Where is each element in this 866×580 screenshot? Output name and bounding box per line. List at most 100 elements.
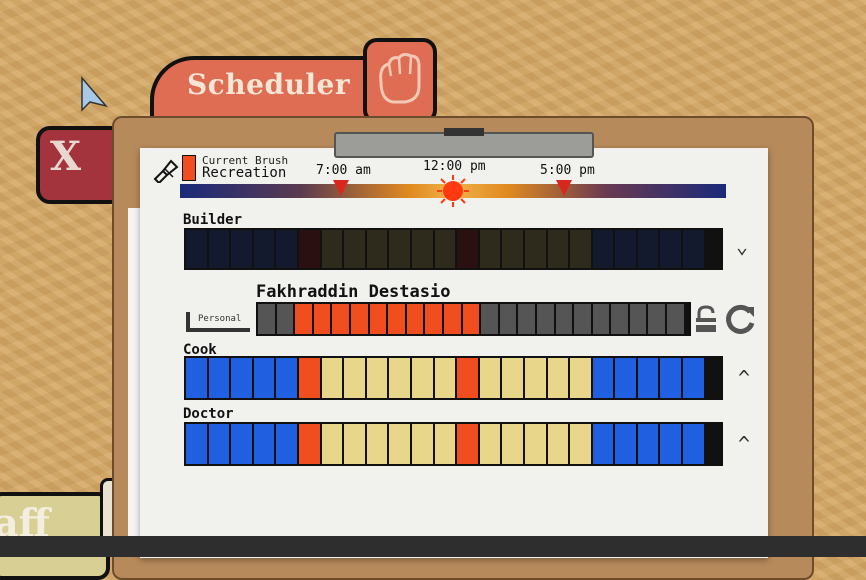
hour-cell[interactable] <box>321 230 343 268</box>
schedule-bar-builder[interactable] <box>184 228 723 270</box>
hour-cell[interactable] <box>683 358 704 398</box>
hour-cell[interactable] <box>479 424 501 464</box>
hour-cell[interactable] <box>615 424 636 464</box>
hour-cell[interactable] <box>186 424 207 464</box>
hour-cell[interactable] <box>434 230 456 268</box>
hour-cell[interactable] <box>298 358 320 398</box>
hour-cell[interactable] <box>389 358 410 398</box>
hour-cell[interactable] <box>321 358 343 398</box>
hour-cell[interactable] <box>321 424 343 464</box>
hour-cell[interactable] <box>648 304 666 334</box>
hour-cell[interactable] <box>615 230 636 268</box>
hour-cell[interactable] <box>637 358 659 398</box>
hour-cell[interactable] <box>570 358 591 398</box>
hour-cell[interactable] <box>208 358 230 398</box>
hour-cell[interactable] <box>406 304 424 334</box>
hour-cell[interactable] <box>298 230 320 268</box>
timeline-marker-evening[interactable] <box>556 180 572 196</box>
hour-cell[interactable] <box>457 424 478 464</box>
hour-cell[interactable] <box>253 230 275 268</box>
hour-cell[interactable] <box>389 424 410 464</box>
hour-cell[interactable] <box>231 424 252 464</box>
hour-cell[interactable] <box>457 230 478 268</box>
hour-cell[interactable] <box>388 304 405 334</box>
hour-cell[interactable] <box>295 304 312 334</box>
hour-cell[interactable] <box>499 304 517 334</box>
hour-cell[interactable] <box>524 230 546 268</box>
hour-cell[interactable] <box>276 358 297 398</box>
hour-cell[interactable] <box>276 424 297 464</box>
schedule-bar-cook[interactable] <box>184 356 723 400</box>
hour-cell[interactable] <box>547 230 569 268</box>
chevron-up-icon[interactable]: ^ <box>738 366 750 390</box>
hour-cell[interactable] <box>231 358 252 398</box>
hour-cell[interactable] <box>502 358 523 398</box>
hour-cell[interactable] <box>298 424 320 464</box>
hour-cell[interactable] <box>592 230 614 268</box>
hour-cell[interactable] <box>615 358 636 398</box>
hour-cell[interactable] <box>186 358 207 398</box>
hour-cell[interactable] <box>524 424 546 464</box>
hour-cell[interactable] <box>411 358 433 398</box>
schedule-bar-doctor[interactable] <box>184 422 723 466</box>
hour-cell[interactable] <box>667 304 684 334</box>
hour-cell[interactable] <box>637 424 659 464</box>
hour-cell[interactable] <box>592 304 610 334</box>
hour-cell[interactable] <box>425 304 442 334</box>
hour-cell[interactable] <box>253 424 275 464</box>
lock-icon[interactable] <box>694 304 718 334</box>
hour-cell[interactable] <box>253 358 275 398</box>
hour-cell[interactable] <box>547 358 569 398</box>
hour-cell[interactable] <box>443 304 461 334</box>
chevron-up-icon[interactable]: ^ <box>738 432 750 456</box>
hour-cell[interactable] <box>502 230 523 268</box>
hour-cell[interactable] <box>518 304 535 334</box>
hour-cell[interactable] <box>547 424 569 464</box>
chevron-down-icon[interactable]: ⌄ <box>736 234 748 258</box>
reset-icon[interactable] <box>724 303 758 335</box>
hour-cell[interactable] <box>502 424 523 464</box>
hour-cell[interactable] <box>344 424 365 464</box>
hour-cell[interactable] <box>369 304 387 334</box>
hour-cell[interactable] <box>637 230 659 268</box>
hour-cell[interactable] <box>481 304 498 334</box>
hour-cell[interactable] <box>366 424 388 464</box>
hour-cell[interactable] <box>570 230 591 268</box>
hour-cell[interactable] <box>479 230 501 268</box>
hour-cell[interactable] <box>276 304 294 334</box>
hour-cell[interactable] <box>208 424 230 464</box>
hour-cell[interactable] <box>313 304 331 334</box>
hour-cell[interactable] <box>683 424 704 464</box>
hour-cell[interactable] <box>570 424 591 464</box>
hour-cell[interactable] <box>457 358 478 398</box>
hour-cell[interactable] <box>574 304 591 334</box>
hour-cell[interactable] <box>276 230 297 268</box>
hour-cell[interactable] <box>462 304 480 334</box>
hour-cell[interactable] <box>660 424 682 464</box>
hour-cell[interactable] <box>524 358 546 398</box>
hour-cell[interactable] <box>366 358 388 398</box>
hour-cell[interactable] <box>389 230 410 268</box>
hour-cell[interactable] <box>366 230 388 268</box>
hour-cell[interactable] <box>332 304 349 334</box>
hour-cell[interactable] <box>592 358 614 398</box>
hour-cell[interactable] <box>186 230 207 268</box>
hour-cell[interactable] <box>660 230 682 268</box>
schedule-bar-personal[interactable] <box>256 302 691 336</box>
hour-cell[interactable] <box>434 424 456 464</box>
hour-cell[interactable] <box>258 304 275 334</box>
hour-cell[interactable] <box>629 304 647 334</box>
hour-cell[interactable] <box>344 230 365 268</box>
hour-cell[interactable] <box>344 358 365 398</box>
hour-cell[interactable] <box>592 424 614 464</box>
hour-cell[interactable] <box>434 358 456 398</box>
hour-cell[interactable] <box>411 230 433 268</box>
hour-cell[interactable] <box>208 230 230 268</box>
hour-cell[interactable] <box>683 230 704 268</box>
hour-cell[interactable] <box>411 424 433 464</box>
hour-cell[interactable] <box>231 230 252 268</box>
hour-cell[interactable] <box>536 304 554 334</box>
hour-cell[interactable] <box>660 358 682 398</box>
hour-cell[interactable] <box>479 358 501 398</box>
hour-cell[interactable] <box>555 304 573 334</box>
